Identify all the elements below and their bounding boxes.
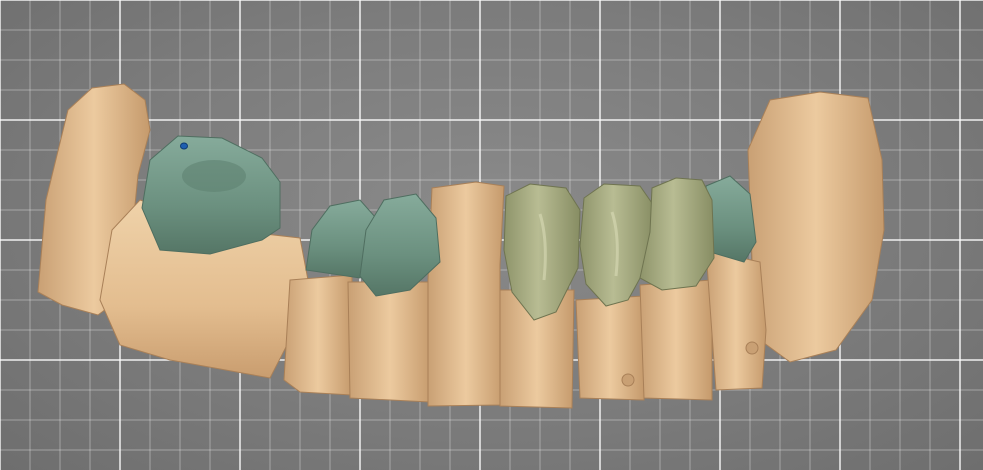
die-incisor-3 [639,279,713,401]
die-canine [427,181,505,407]
coping-molar-occlusal [182,160,246,192]
bridge-unit-3[interactable] [639,177,715,291]
die-premolar-2 [347,281,433,403]
die-right-premolar [705,249,767,391]
right-molar-stone [747,91,885,363]
dental-model-scene[interactable] [0,0,983,470]
3d-viewport[interactable] [0,0,983,470]
die-premolar-1 [283,274,353,396]
coping-molar[interactable] [141,135,281,255]
die-incisor-2 [575,295,645,401]
margin-marker-dot[interactable] [180,142,188,150]
die-pin-bump [621,373,635,387]
die-pin-bump [745,341,759,355]
